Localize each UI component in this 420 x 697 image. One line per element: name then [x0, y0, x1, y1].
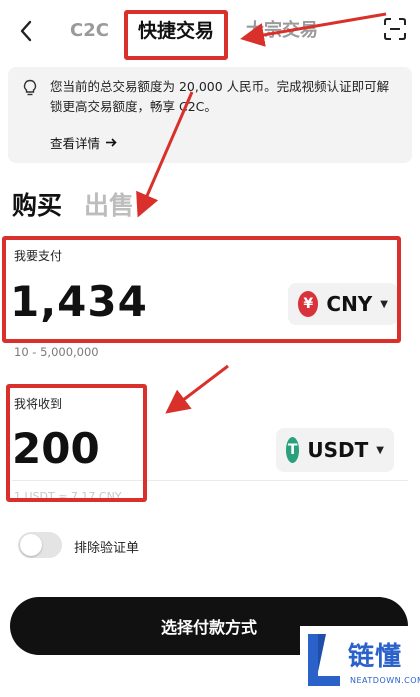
usdt-coin-icon: T	[286, 437, 300, 463]
tab-sell[interactable]: 出售	[84, 186, 134, 222]
arrow-to-receive	[165, 364, 229, 414]
receive-currency-code: USDT	[307, 438, 369, 462]
view-details-label: 查看详情	[50, 136, 101, 151]
toggle-knob	[20, 534, 42, 556]
limit-info-box: 您当前的总交易额度为 20,000 人民币。完成视频认证即可解锁更高交易额度，畅…	[8, 67, 412, 163]
view-details-link[interactable]: 查看详情	[50, 133, 117, 152]
pay-currency-code: CNY	[326, 292, 373, 316]
watermark-en: NEATDOWN.COM	[350, 676, 420, 685]
pay-currency-selector[interactable]: ¥ CNY ▼	[288, 283, 398, 325]
watermark-l-icon	[308, 634, 340, 686]
back-icon[interactable]	[14, 16, 38, 46]
tab-buy[interactable]: 购买	[12, 186, 62, 222]
pay-range: 10 - 5,000,000	[14, 345, 99, 359]
divider	[12, 480, 408, 481]
caret-down-icon: ▼	[376, 444, 384, 456]
receive-amount-input[interactable]: 200	[12, 424, 100, 473]
tab-quick-trade[interactable]: 快捷交易	[138, 16, 214, 46]
tab-c2c[interactable]: C2C	[70, 16, 109, 46]
exclude-verified-label: 排除验证单	[74, 541, 140, 556]
caret-down-icon: ▼	[380, 298, 388, 310]
watermark-logo: 链懂 NEATDOWN.COM	[300, 626, 420, 697]
receive-currency-selector[interactable]: T USDT ▼	[276, 428, 394, 472]
tab-block-trade[interactable]: 大宗交易	[246, 16, 318, 46]
pay-amount-input[interactable]: 1,434	[10, 277, 148, 326]
scan-icon[interactable]	[384, 18, 406, 40]
limit-info-text: 您当前的总交易额度为 20,000 人民币。完成视频认证即可解锁更高交易额度，畅…	[50, 79, 390, 114]
receive-label: 我将收到	[14, 397, 63, 411]
exchange-rate: 1 USDT ≈ 7.17 CNY	[14, 490, 122, 503]
lightbulb-icon	[22, 79, 38, 97]
arrow-right-icon	[106, 135, 117, 150]
pay-label: 我要支付	[14, 249, 63, 263]
watermark-cn: 链懂	[348, 642, 403, 672]
exclude-verified-toggle[interactable]	[18, 532, 62, 558]
cny-coin-icon: ¥	[298, 291, 319, 317]
